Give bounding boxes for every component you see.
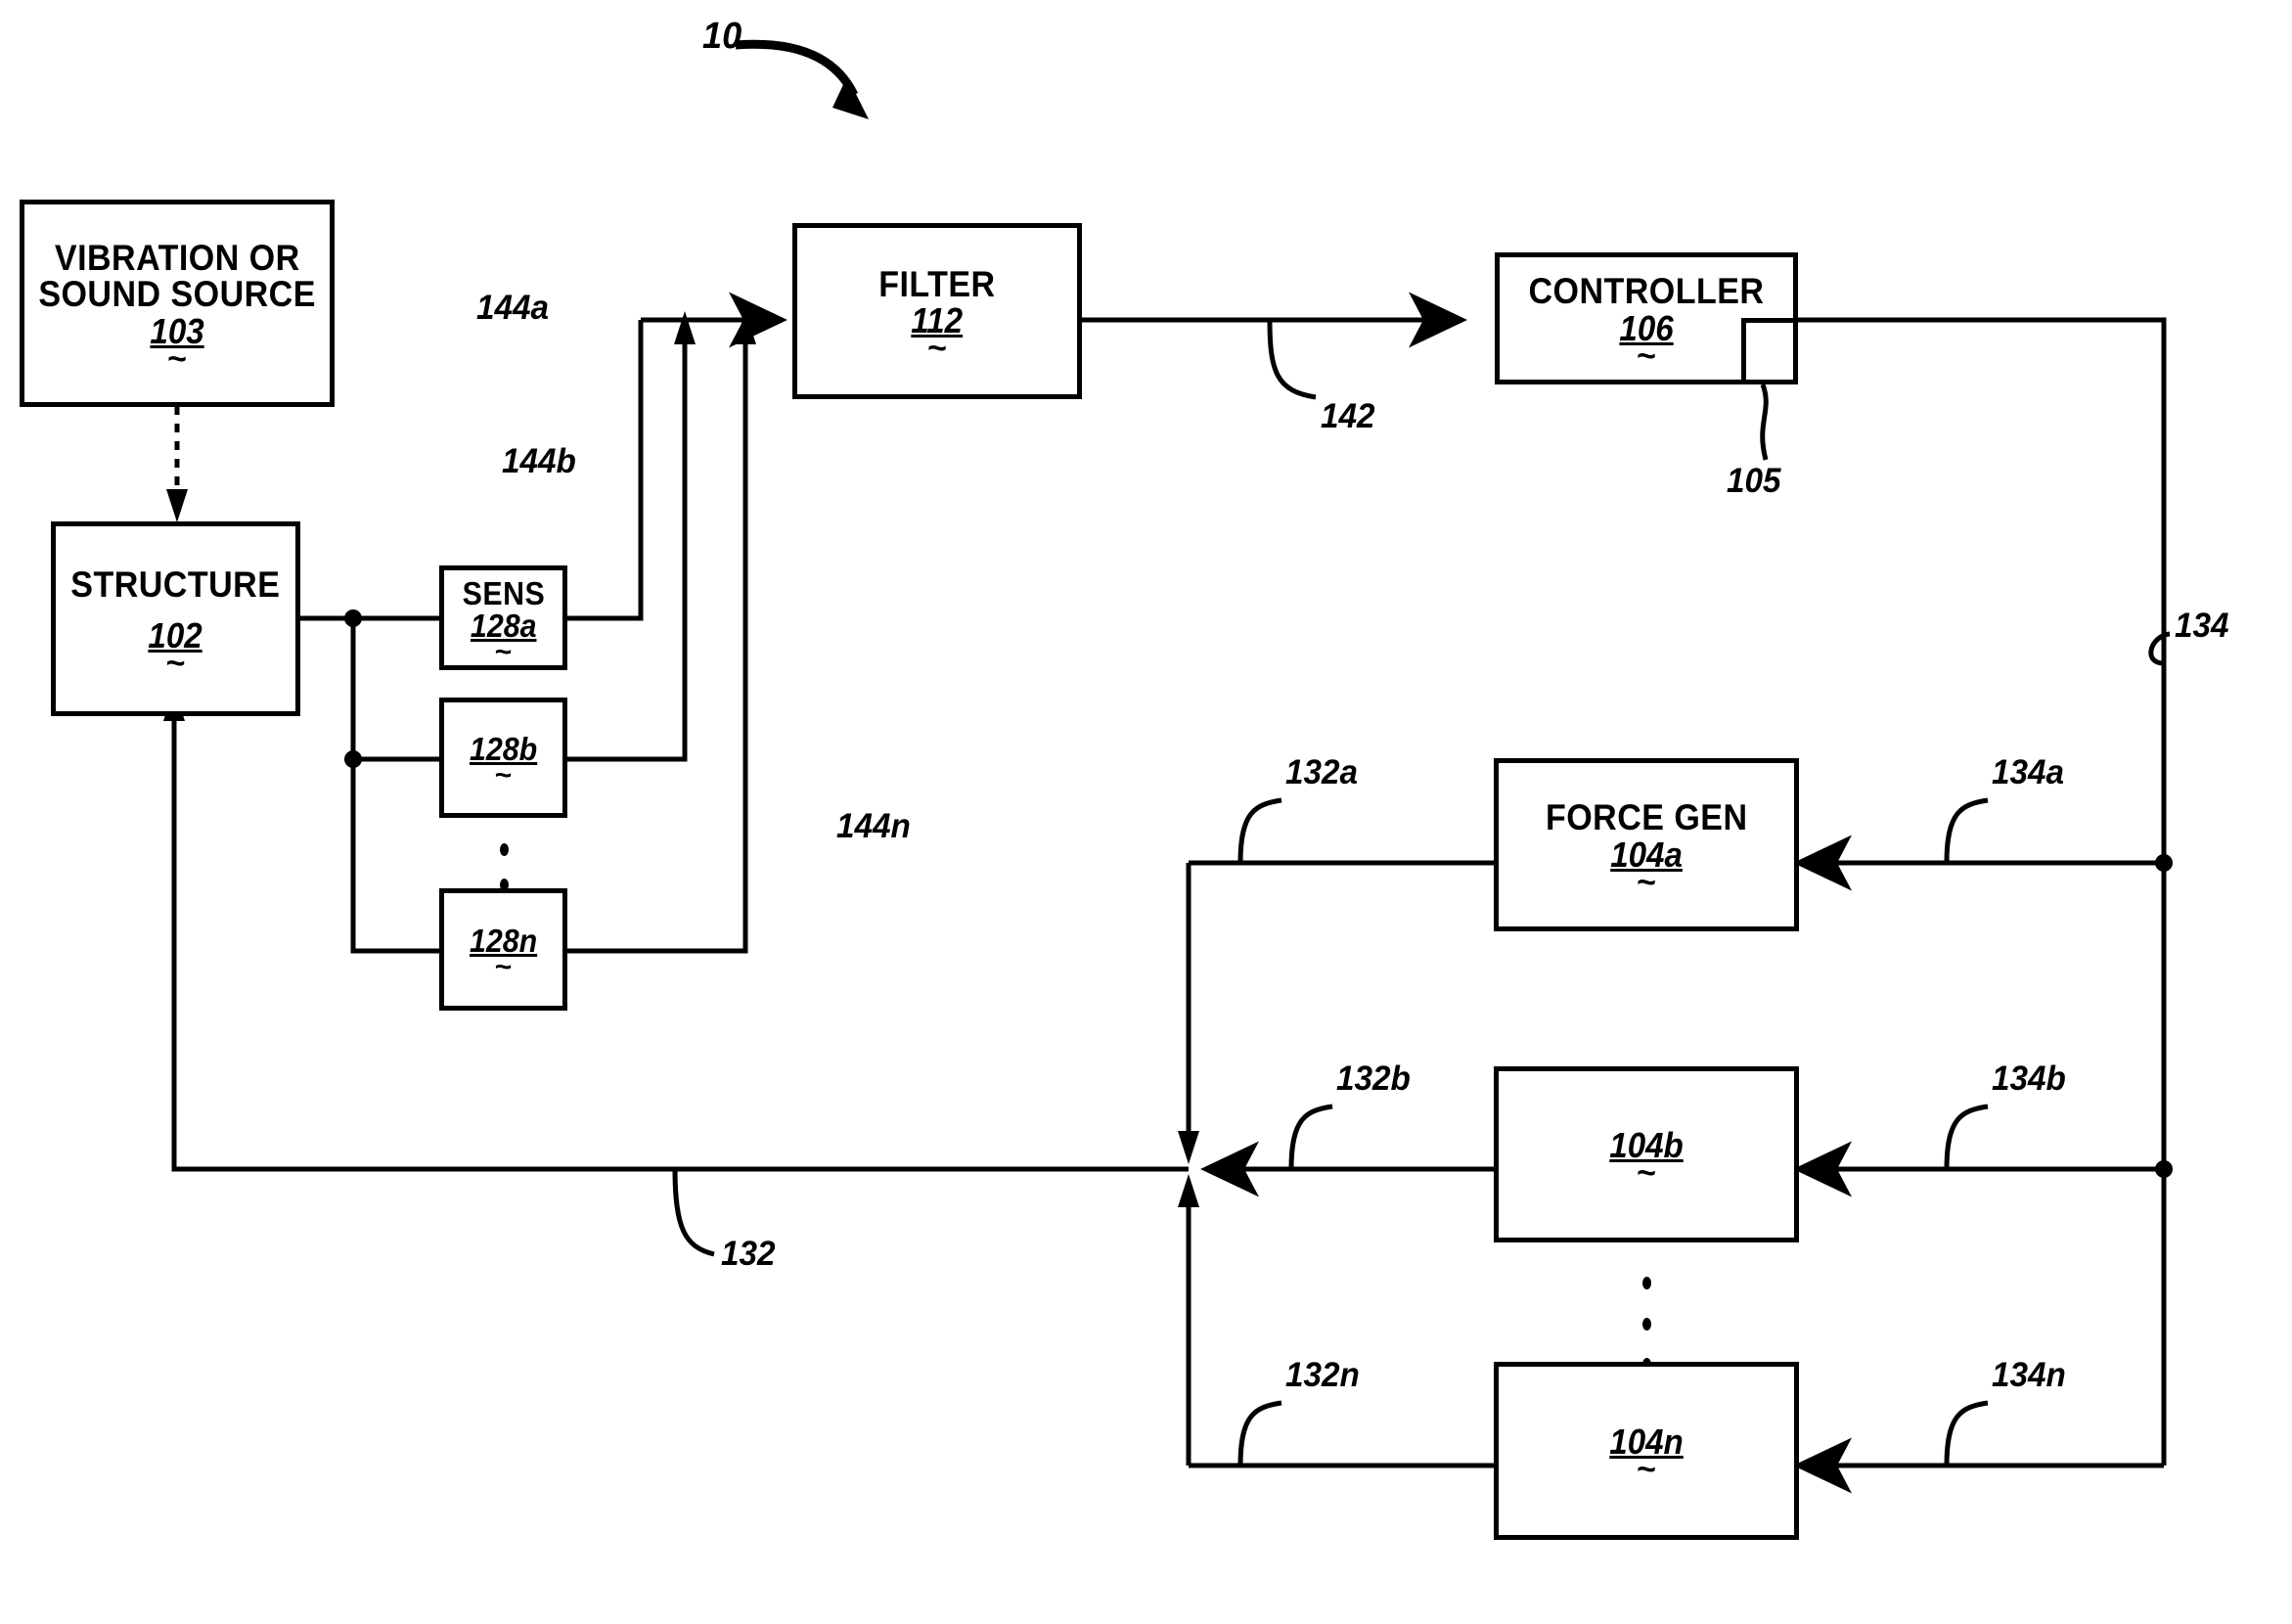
block-force-gen-104n[interactable]: 104n ~: [1494, 1362, 1799, 1540]
block-force-gen-104a[interactable]: FORCE GEN 104a ~: [1494, 758, 1799, 931]
sensor-b-number: 128b: [469, 731, 538, 768]
source-title-line1: VIBRATION OR: [54, 237, 300, 278]
forcegen-n-number: 104n: [1609, 1421, 1684, 1463]
ref-132n: 132n: [1285, 1356, 1360, 1394]
structure-tilde: ~: [165, 644, 186, 682]
patent-figure: VIBRATION OR SOUND SOURCE 103 ~ STRUCTUR…: [0, 0, 2292, 1624]
block-sensor-128b[interactable]: 128b ~: [439, 698, 567, 818]
ref-134a: 134a: [1992, 753, 2064, 791]
block-force-gen-104b[interactable]: 104b ~: [1494, 1066, 1799, 1242]
sensor-a-number: 128a: [470, 608, 537, 645]
filter-number: 112: [911, 300, 964, 341]
source-tilde: ~: [167, 339, 187, 378]
controller-port-105[interactable]: [1741, 318, 1798, 384]
source-number: 103: [150, 311, 204, 352]
block-vibration-sound-source[interactable]: VIBRATION OR SOUND SOURCE 103 ~: [20, 200, 335, 407]
ref-142: 142: [1321, 397, 1375, 435]
ref-144b: 144b: [502, 442, 576, 480]
controller-title: CONTROLLER: [1528, 271, 1765, 312]
ref-134: 134: [2175, 607, 2229, 645]
diagram-wiring: [163, 39, 2173, 1494]
structure-number: 102: [148, 614, 203, 655]
ref-figure-10: 10: [702, 16, 742, 57]
sensor-n-number: 128n: [469, 923, 538, 960]
forcegen-b-number: 104b: [1609, 1125, 1684, 1166]
forcegen-a-tilde: ~: [1637, 863, 1656, 901]
force-gen-ellipsis: [1640, 1277, 1652, 1371]
sensor-n-tilde: ~: [494, 951, 513, 984]
ref-132b: 132b: [1336, 1060, 1411, 1098]
ref-105: 105: [1727, 462, 1781, 500]
ref-132: 132: [721, 1235, 776, 1273]
sensor-b-tilde: ~: [494, 759, 513, 792]
sensor-a-tilde: ~: [494, 635, 513, 668]
filter-title: FILTER: [878, 263, 996, 304]
ref-144a: 144a: [476, 289, 549, 327]
ref-134b: 134b: [1992, 1060, 2066, 1098]
forcegen-a-number: 104a: [1610, 834, 1683, 875]
block-sensor-128a[interactable]: SENS 128a ~: [439, 565, 567, 670]
forcegen-b-tilde: ~: [1637, 1154, 1656, 1193]
block-structure[interactable]: STRUCTURE 102 ~: [51, 521, 300, 716]
block-filter[interactable]: FILTER 112 ~: [792, 223, 1082, 399]
filter-tilde: ~: [927, 330, 947, 368]
forcegen-a-title: FORCE GEN: [1545, 797, 1748, 838]
controller-tilde: ~: [1637, 337, 1656, 375]
ref-132a: 132a: [1285, 753, 1358, 791]
ref-144n: 144n: [836, 807, 911, 845]
block-sensor-128n[interactable]: 128n ~: [439, 888, 567, 1011]
source-title-line2: SOUND SOURCE: [38, 274, 316, 315]
forcegen-n-tilde: ~: [1637, 1451, 1656, 1489]
ref-134n: 134n: [1992, 1356, 2066, 1394]
structure-title: STRUCTURE: [70, 564, 281, 606]
controller-number: 106: [1619, 307, 1674, 348]
sensor-a-title: SENS: [462, 574, 545, 611]
